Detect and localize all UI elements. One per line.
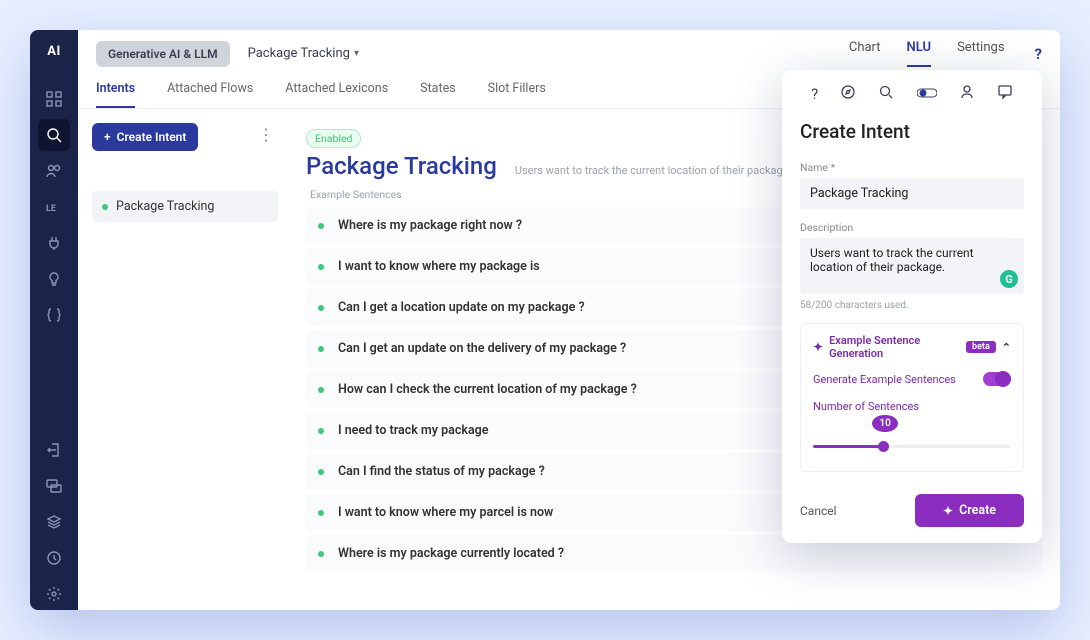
sentence-text: Can I get an update on the delivery of m… — [338, 341, 626, 356]
topnav: Chart NLU Settings — [849, 40, 1005, 67]
subtab-states[interactable]: States — [420, 81, 455, 108]
intent-list-item[interactable]: Package Tracking — [92, 191, 278, 222]
sentence-text: How can I check the current location of … — [338, 382, 637, 397]
sidebar-dashboard-icon[interactable] — [38, 83, 70, 115]
description-text: Users want to track the current location… — [810, 246, 974, 274]
sentence-text: Can I get a location update on my packag… — [338, 300, 585, 315]
svg-text:LE: LE — [46, 204, 56, 214]
sidebar-bulb-icon[interactable] — [38, 263, 70, 295]
app-logo: AI — [47, 44, 61, 59]
intent-list-panel: + Create Intent ⋮ Package Tracking — [78, 109, 288, 610]
subtab-intents[interactable]: Intents — [96, 81, 135, 108]
char-count: 58/200 characters used. — [800, 300, 1024, 311]
create-intent-label: Create Intent — [117, 130, 187, 144]
intent-subtitle: Users want to track the current location… — [515, 164, 792, 177]
subtab-flows[interactable]: Attached Flows — [167, 81, 253, 108]
cancel-button[interactable]: Cancel — [800, 504, 837, 518]
topnav-nlu[interactable]: NLU — [907, 40, 932, 67]
status-dot-icon — [318, 223, 324, 229]
sentence-text: Where is my package right now ? — [338, 218, 522, 233]
panel-title: Create Intent — [800, 120, 1024, 143]
panel-search-icon[interactable] — [878, 84, 894, 104]
panel-help-icon[interactable]: ? — [811, 85, 818, 103]
create-intent-button[interactable]: + Create Intent — [92, 123, 198, 151]
sidebar-settings-icon[interactable] — [38, 578, 70, 610]
plus-icon: + — [104, 130, 111, 144]
generation-section: ✦ Example Sentence Generation beta ⌃ Gen… — [800, 323, 1024, 472]
num-sentences-label: Number of Sentences — [813, 400, 1011, 413]
status-dot-icon — [318, 387, 324, 393]
create-intent-panel: ? Create Intent Name * Package Tracking … — [782, 70, 1042, 543]
slider-value-balloon: 10 — [872, 415, 897, 432]
num-sentences-slider[interactable]: 10 — [813, 435, 1011, 455]
context-pill[interactable]: Generative AI & LLM — [96, 41, 230, 67]
sidebar-search-icon[interactable] — [38, 119, 70, 151]
help-icon[interactable]: ? — [1035, 45, 1042, 63]
slider-knob[interactable] — [878, 441, 889, 452]
sidebar-chat-icon[interactable] — [38, 470, 70, 502]
compass-icon[interactable] — [840, 84, 856, 104]
sparkle-icon: ✦ — [943, 504, 953, 518]
sidebar-braces-icon[interactable] — [38, 299, 70, 331]
topnav-settings[interactable]: Settings — [957, 40, 1004, 67]
collapse-icon[interactable]: ⌃ — [1002, 341, 1011, 354]
comment-icon[interactable] — [997, 84, 1013, 104]
panel-toggle-icon[interactable] — [917, 85, 937, 103]
description-label: Description — [800, 221, 1024, 234]
generate-toggle[interactable] — [983, 372, 1011, 386]
subtab-slot-fillers[interactable]: Slot Fillers — [488, 81, 546, 108]
sidebar-layers-icon[interactable] — [38, 506, 70, 538]
name-input[interactable]: Package Tracking — [800, 178, 1024, 209]
grammarly-icon[interactable]: G — [1000, 270, 1018, 288]
create-button-label: Create — [959, 503, 996, 518]
topnav-chart[interactable]: Chart — [849, 40, 881, 67]
sentence-text: I want to know where my package is — [338, 259, 540, 274]
create-button[interactable]: ✦ Create — [915, 494, 1024, 527]
status-dot-icon — [318, 469, 324, 475]
sidebar-lexicon-icon[interactable]: LE — [38, 191, 70, 223]
subtab-lexicons[interactable]: Attached Lexicons — [285, 81, 388, 108]
description-input[interactable]: Users want to track the current location… — [800, 238, 1024, 294]
intent-item-label: Package Tracking — [116, 199, 214, 214]
sentence-text: Can I find the status of my package ? — [338, 464, 545, 479]
sentence-text: Where is my package currently located ? — [338, 546, 564, 561]
topbar: Generative AI & LLM Package Tracking ▾ C… — [78, 30, 1060, 67]
status-dot-icon — [318, 551, 324, 557]
intent-title: Package Tracking — [306, 152, 497, 180]
status-dot-icon — [318, 264, 324, 270]
breadcrumb-label: Package Tracking — [248, 46, 350, 61]
sentence-text: I need to track my package — [338, 423, 489, 438]
breadcrumb[interactable]: Package Tracking ▾ — [248, 46, 359, 61]
panel-toolbar: ? — [800, 84, 1024, 112]
user-icon[interactable] — [959, 84, 975, 104]
generation-header-label: Example Sentence Generation — [829, 334, 960, 360]
status-dot-icon — [318, 346, 324, 352]
status-dot-icon — [318, 510, 324, 516]
enabled-badge: Enabled — [306, 129, 361, 148]
sidebar-export-icon[interactable] — [38, 434, 70, 466]
sidebar-clock-icon[interactable] — [38, 542, 70, 574]
status-dot-icon — [318, 428, 324, 434]
sidebar: AI LE — [30, 30, 78, 610]
status-dot-icon — [318, 305, 324, 311]
generate-toggle-label: Generate Example Sentences — [813, 373, 956, 386]
sparkle-icon: ✦ — [813, 340, 823, 354]
sentence-text: I want to know where my parcel is now — [338, 505, 553, 520]
status-dot-icon — [102, 204, 108, 210]
kebab-menu-icon[interactable]: ⋮ — [254, 123, 278, 147]
sidebar-plug-icon[interactable] — [38, 227, 70, 259]
name-label: Name * — [800, 161, 1024, 174]
chevron-down-icon: ▾ — [354, 48, 359, 59]
beta-badge: beta — [966, 341, 996, 353]
sidebar-users-icon[interactable] — [38, 155, 70, 187]
